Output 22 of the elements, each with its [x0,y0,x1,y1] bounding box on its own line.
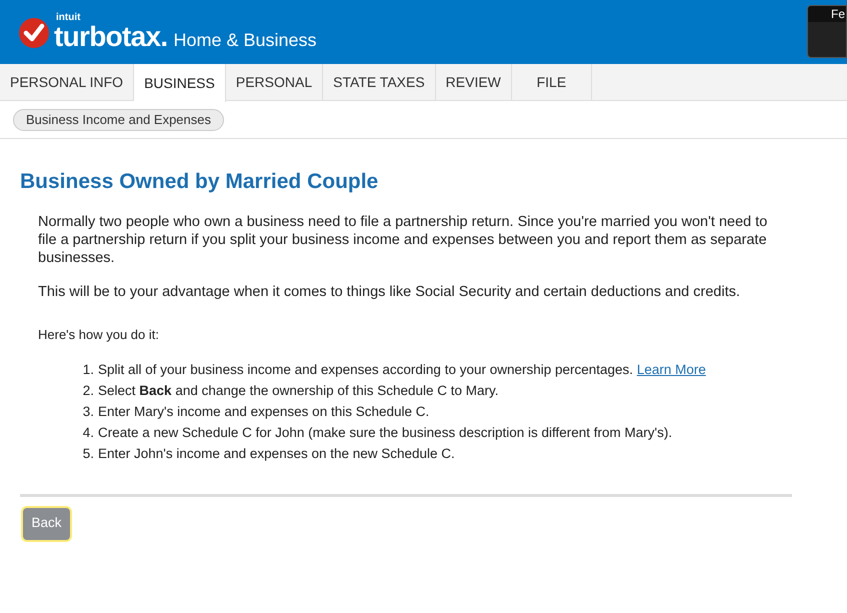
brand-small-text: intuit [56,13,82,23]
checkmark-logo-icon [18,17,50,49]
product-name: Home & Business [174,31,317,49]
step-text: Select Back and change the ownership of this Schedule C to Mary. [98,382,499,400]
intro-text: Here's how you do it: [38,326,160,344]
step-text: Create a new Schedule C for John (make sure the business description is different from Mary's). [98,424,672,442]
body-paragraph: Normally two people who own a business need to file a partnership return. Since you're married you won't need to file a partnership return if you split your business income and expenses between you and report them as separate businesses. [38,212,768,266]
corner-panel-label: Fe [808,6,846,22]
step-number: 4. [82,424,94,442]
step-number: 1. [82,360,94,378]
step-number: 5. [82,444,94,462]
brand-logo-text: turbotax. [54,23,168,51]
page-title: Business Owned by Married Couple [20,169,380,195]
step-text: Enter Mary's income and expenses on this Schedule C. [98,402,430,421]
learn-more-link[interactable]: Learn More [636,362,706,376]
step-text: Enter John's income and expenses on the new Schedule C. [98,444,455,463]
step-text: Split all of your business income and expenses according to your ownership percentages. Learn More [98,360,706,379]
step-number: 3. [82,402,94,420]
step-number: 2. [82,382,94,400]
nav-tab[interactable]: BUSINESS [134,64,226,102]
breadcrumb-pill[interactable]: Business Income and Expenses [13,108,224,130]
body-paragraph: This will be to your advantage when it comes to things like Social Security and certain deductions and credits. [38,282,742,300]
